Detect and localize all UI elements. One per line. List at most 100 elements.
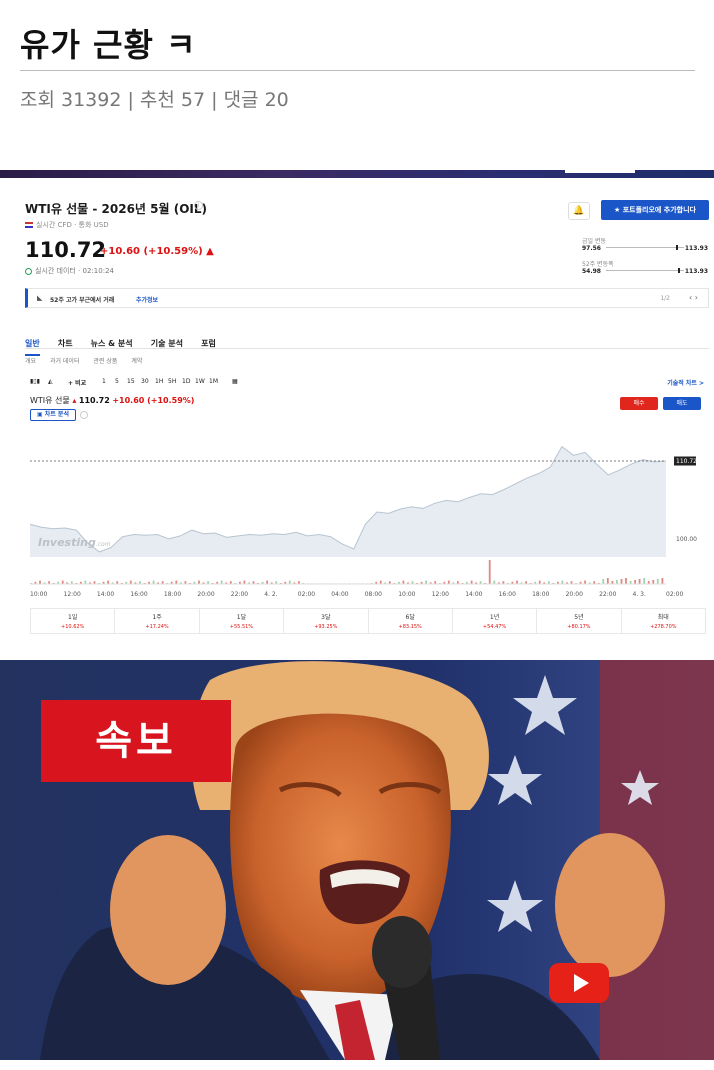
- area-type-icon[interactable]: ◭: [48, 378, 53, 385]
- x-tick-label: 4. 2.: [264, 591, 277, 598]
- volume-bar: [652, 580, 655, 584]
- banner-tab: [565, 170, 635, 173]
- investing-watermark: Investing.com: [38, 536, 111, 549]
- x-tick-label: 12:00: [432, 591, 449, 598]
- volume-bar: [606, 578, 609, 584]
- interval-5[interactable]: 5: [115, 378, 119, 385]
- subtab-contracts[interactable]: 계약: [131, 358, 142, 365]
- performance-cell: 1달 +55.51%: [200, 609, 285, 633]
- x-tick-label: 10:00: [30, 591, 47, 598]
- tab-chart[interactable]: 차트: [58, 338, 73, 354]
- subtab-summary[interactable]: 개요: [25, 358, 36, 365]
- x-tick-label: 02:00: [298, 591, 315, 598]
- play-triangle-icon: [574, 974, 589, 992]
- x-tick-label: 04:00: [331, 591, 348, 598]
- post-stats: 조회 31392 | 추천 57 | 댓글 20: [20, 89, 289, 111]
- investing-screenshot: WTI유 선물 - 2026년 5월 (OIL) i 실시간 CFD · 통화 …: [0, 178, 714, 640]
- buy-button[interactable]: 매수: [620, 397, 658, 410]
- x-tick-label: 18:00: [164, 591, 181, 598]
- volume-bar: [129, 580, 132, 584]
- candle-type-icon[interactable]: ▮▯▮: [30, 378, 40, 385]
- calendar-icon[interactable]: ▦: [232, 378, 238, 385]
- week52-range-marker: [678, 268, 680, 273]
- price-chart[interactable]: 110.72 100.00 10:00 12:00 14:00 16:00 18:00 2…: [30, 433, 706, 603]
- y-tick-label: 100.00: [676, 536, 697, 543]
- info-icon[interactable]: i: [194, 201, 203, 210]
- volume-bar: [243, 580, 246, 584]
- tab-news[interactable]: 뉴스 & 분석: [91, 338, 133, 354]
- interval-15[interactable]: 15: [127, 378, 135, 385]
- volume-bar: [39, 580, 41, 584]
- x-tick-label: 14:00: [97, 591, 114, 598]
- volume-bar: [379, 580, 382, 584]
- volume-bar: [266, 580, 268, 584]
- sub-tabs: 개요 과거 데이터 관련 상품 계약: [25, 356, 154, 365]
- instrument-subtitle: 실시간 CFD · 통화 USD: [25, 220, 109, 230]
- tab-forum[interactable]: 포럼: [201, 338, 216, 354]
- volume-bar: [61, 580, 64, 584]
- performance-period: 3달: [321, 614, 331, 621]
- last-price: 110.72: [25, 238, 107, 262]
- x-tick-label: 14:00: [465, 591, 482, 598]
- performance-period: 1일: [68, 614, 78, 621]
- interval-30[interactable]: 30: [141, 378, 149, 385]
- performance-cell: 1일 +10.62%: [31, 609, 116, 633]
- interval-5h[interactable]: 5H: [168, 378, 176, 385]
- info-icon[interactable]: [80, 411, 88, 419]
- volume-bar: [616, 580, 618, 584]
- alert-pager-arrows[interactable]: ‹ ›: [689, 293, 698, 302]
- performance-cell: 3달 +93.25%: [284, 609, 369, 633]
- volume-bar: [656, 579, 659, 584]
- volume-bar: [84, 580, 87, 584]
- tab-overview[interactable]: 일반: [25, 338, 40, 356]
- x-tick-label: 08:00: [365, 591, 382, 598]
- chart-toolbar: ▮▯▮ ◭ + 비교 1 5 15 30 1H 5H 1D 1W 1M ▦ 기술…: [30, 376, 708, 389]
- performance-value: +55.51%: [229, 624, 254, 630]
- interval-1d[interactable]: 1D: [182, 378, 190, 385]
- volume-bars: [30, 560, 666, 585]
- volume-bar: [493, 580, 496, 584]
- subtab-historical[interactable]: 과거 데이터: [50, 358, 80, 365]
- clock-icon: [25, 267, 32, 275]
- compare-button[interactable]: + 비교: [68, 378, 86, 387]
- volume-bar: [470, 580, 473, 584]
- technical-chart-link[interactable]: 기술적 차트 >: [667, 378, 704, 387]
- performance-value: +278.70%: [650, 624, 677, 630]
- performance-period: 1년: [489, 614, 500, 621]
- volume-bar: [447, 580, 450, 584]
- volume-bar: [516, 580, 518, 584]
- tab-technical[interactable]: 기술 분석: [151, 338, 183, 354]
- signal-icon: ◣: [37, 294, 43, 302]
- volume-bar: [402, 580, 405, 584]
- volume-bar: [561, 580, 564, 584]
- svg-text:110.72: 110.72: [676, 458, 697, 465]
- volume-bar: [198, 580, 200, 584]
- chart-analysis-button[interactable]: ▣ 차트 분석: [30, 409, 76, 421]
- performance-period: 5년: [574, 614, 584, 621]
- volume-bar: [661, 578, 664, 584]
- volume-bar: [288, 580, 291, 584]
- x-tick-label: 18:00: [532, 591, 549, 598]
- x-tick-label: 16:00: [130, 591, 147, 598]
- performance-cell: 1주 +17.24%: [115, 609, 200, 633]
- volume-bar: [488, 560, 491, 584]
- more-info-link[interactable]: 추가정보: [136, 295, 158, 304]
- interval-1m[interactable]: 1M: [209, 378, 218, 385]
- interval-1w[interactable]: 1W: [195, 378, 205, 385]
- instrument-title: WTI유 선물 - 2026년 5월 (OIL): [25, 202, 207, 216]
- volume-bar: [602, 579, 605, 584]
- realtime-label: 실시간 데이터 · 02:10:24: [25, 266, 114, 276]
- interval-1h[interactable]: 1H: [155, 378, 163, 385]
- x-tick-label: 22:00: [231, 591, 248, 598]
- performance-value: +10.62%: [61, 624, 85, 630]
- subtab-related[interactable]: 관련 상품: [93, 358, 117, 365]
- title-divider: [20, 70, 695, 71]
- sell-button[interactable]: 매도: [663, 397, 701, 410]
- x-tick-label: 16:00: [499, 591, 516, 598]
- near-high-alert[interactable]: ◣ 52주 고가 부근에서 거래 추가정보 1/2 ‹ ›: [25, 288, 709, 308]
- alert-bell-icon[interactable]: 🔔: [568, 202, 590, 220]
- add-portfolio-button[interactable]: ★ 포트폴리오에 추가합니다: [601, 200, 709, 220]
- interval-1[interactable]: 1: [102, 378, 106, 385]
- volume-bar: [107, 580, 109, 584]
- performance-cell: 최대 +278.70%: [622, 609, 705, 633]
